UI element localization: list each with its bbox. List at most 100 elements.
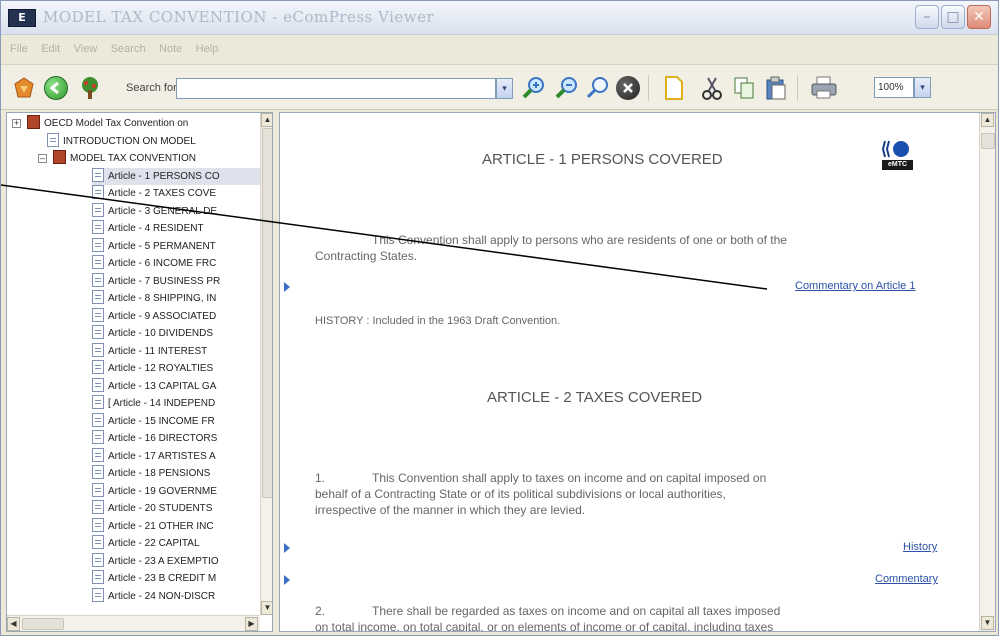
- search-input[interactable]: [176, 78, 496, 99]
- print-icon[interactable]: [809, 73, 839, 103]
- paragraph-1-line2: behalf of a Contracting State or of its …: [315, 487, 726, 501]
- tree-scroll-thumb[interactable]: [262, 128, 272, 498]
- back-icon[interactable]: [41, 73, 71, 103]
- paragraph-2-line1: There shall be regarded as taxes on inco…: [372, 604, 781, 618]
- tree-item[interactable]: Article - 23 A EXEMPTIO: [92, 552, 260, 570]
- tree-item[interactable]: Article - 22 CAPITAL: [92, 535, 260, 552]
- tree-item[interactable]: Article - 11 INTEREST: [92, 342, 260, 360]
- paragraph-2-line2: on total income, on total capital, or on…: [315, 620, 774, 632]
- tree-item-label: INTRODUCTION ON MODEL: [63, 135, 196, 147]
- tree-item-label: Article - 18 PENSIONS: [108, 468, 211, 479]
- tree-item[interactable]: Article - 4 RESIDENT: [92, 220, 260, 237]
- tree-item-label: Article - 23 A EXEMPTIO: [108, 555, 219, 567]
- paragraph-1-line3: irrespective of the manner in which they…: [315, 503, 586, 517]
- zoom-out-icon[interactable]: [552, 73, 582, 103]
- expand-marker-icon[interactable]: [284, 282, 290, 292]
- tree-item[interactable]: Article - 20 STUDENTS: [92, 500, 260, 517]
- toolbar-separator: [797, 75, 798, 101]
- tree-item[interactable]: Article - 18 PENSIONS: [92, 465, 260, 482]
- home-icon[interactable]: [9, 73, 39, 103]
- find-icon[interactable]: [583, 73, 613, 103]
- zoom-in-icon[interactable]: [519, 73, 549, 103]
- tree-item-label: Article - 24 NON-DISCR: [108, 590, 216, 602]
- application-window: E MODEL TAX CONVENTION - eComPress Viewe…: [0, 0, 999, 636]
- tree-item-label: OECD Model Tax Convention on: [44, 118, 189, 129]
- tree-item[interactable]: Article - 23 B CREDIT M: [92, 570, 260, 587]
- tree-item[interactable]: Article - 15 INCOME FR: [92, 412, 260, 430]
- paste-icon[interactable]: [761, 73, 791, 103]
- tree-item[interactable]: Article - 10 DIVIDENDS: [92, 325, 260, 342]
- tree-item[interactable]: Article - 7 BUSINESS PR: [92, 272, 260, 290]
- document-scroll-thumb[interactable]: [981, 133, 995, 149]
- tree-horizontal-scrollbar[interactable]: ◀ ▶: [7, 615, 260, 631]
- tree-expander-icon[interactable]: –: [38, 154, 47, 163]
- document-icon: [92, 395, 104, 410]
- menu-view[interactable]: View: [74, 43, 98, 55]
- tree-item[interactable]: Article - 19 GOVERNME: [92, 482, 260, 500]
- document-vertical-scrollbar[interactable]: ▲ ▼: [979, 113, 995, 631]
- new-document-icon[interactable]: [659, 73, 689, 103]
- document-icon: [47, 132, 59, 147]
- maximize-button[interactable]: □: [941, 5, 965, 29]
- menu-search[interactable]: Search: [111, 43, 146, 55]
- tree-item-label: Article - 5 PERMANENT: [108, 240, 216, 252]
- cut-icon[interactable]: [697, 73, 727, 103]
- tree-item[interactable]: Article - 2 TAXES COVE: [92, 185, 260, 202]
- tree-item[interactable]: Article - 1 PERSONS CO: [92, 167, 260, 185]
- tree-item[interactable]: Article - 3 GENERAL DE: [92, 202, 260, 220]
- copy-icon[interactable]: [729, 73, 759, 103]
- tree-item[interactable]: MODEL TAX CONVENTION: [53, 150, 260, 167]
- tree-scroll-right-button[interactable]: ▶: [245, 617, 258, 631]
- document-icon: [92, 482, 104, 497]
- expand-marker-icon[interactable]: [284, 575, 290, 585]
- document-icon: [92, 517, 104, 532]
- tree-scroll-left-button[interactable]: ◀: [7, 617, 20, 631]
- tree-item[interactable]: Article - 21 OTHER INC: [92, 517, 260, 535]
- tree-item-label: Article - 6 INCOME FRC: [108, 258, 217, 269]
- close-button[interactable]: ✕: [967, 5, 991, 29]
- stop-icon[interactable]: [613, 73, 643, 103]
- title-bar[interactable]: E MODEL TAX CONVENTION - eComPress Viewe…: [1, 1, 998, 35]
- tree-item-label: Article - 1 PERSONS CO: [108, 170, 220, 182]
- tree-item[interactable]: Article - 17 ARTISTES A: [92, 447, 260, 465]
- tree-vertical-scrollbar[interactable]: ▲ ▼: [260, 113, 272, 615]
- tree-icon[interactable]: [75, 73, 105, 103]
- document-icon: [92, 465, 104, 480]
- menu-edit[interactable]: Edit: [41, 43, 60, 55]
- menu-bar: File Edit View Search Note Help: [1, 35, 998, 65]
- expand-marker-icon[interactable]: [284, 543, 290, 553]
- tree-horizontal-thumb[interactable]: [22, 618, 64, 630]
- document-scroll-down-button[interactable]: ▼: [981, 616, 994, 630]
- menu-file[interactable]: File: [10, 43, 28, 55]
- tree-item[interactable]: Article - 8 SHIPPING, IN: [92, 290, 260, 307]
- tree-scroll-up-button[interactable]: ▲: [261, 113, 272, 127]
- document-icon: [92, 587, 104, 602]
- tree-item-label: Article - 16 DIRECTORS: [108, 433, 218, 444]
- tree-item[interactable]: Article - 6 INCOME FRC: [92, 255, 260, 272]
- document-icon: [92, 272, 104, 287]
- tree-item[interactable]: [ Article - 14 INDEPEND: [92, 395, 260, 412]
- tree-item[interactable]: Article - 24 NON-DISCR: [92, 587, 260, 605]
- minimize-button[interactable]: –: [915, 5, 939, 29]
- menu-help[interactable]: Help: [196, 43, 219, 55]
- tree-item[interactable]: Article - 5 PERMANENT: [92, 237, 260, 255]
- article-1-heading: ARTICLE - 1 PERSONS COVERED: [482, 151, 723, 168]
- commentary-article-1-link[interactable]: Commentary on Article 1: [795, 280, 915, 292]
- tree-scroll-down-button[interactable]: ▼: [261, 601, 272, 615]
- zoom-dropdown-button[interactable]: ▾: [914, 77, 931, 98]
- menu-note[interactable]: Note: [159, 43, 182, 55]
- tree-item-label: Article - 23 B CREDIT M: [108, 573, 217, 584]
- search-dropdown-button[interactable]: ▾: [496, 78, 513, 99]
- commentary-link[interactable]: Commentary: [875, 573, 938, 585]
- tree-item[interactable]: INTRODUCTION ON MODEL: [47, 132, 260, 150]
- tree-expander-icon[interactable]: +: [12, 119, 21, 128]
- tree-item[interactable]: Article - 9 ASSOCIATED: [92, 307, 260, 325]
- tree-item[interactable]: Article - 13 CAPITAL GA: [92, 377, 260, 395]
- zoom-select[interactable]: 100%: [874, 77, 914, 98]
- tree-item[interactable]: Article - 16 DIRECTORS: [92, 430, 260, 447]
- tree-item-label: MODEL TAX CONVENTION: [70, 153, 196, 164]
- tree-item[interactable]: OECD Model Tax Convention on: [27, 115, 260, 132]
- document-scroll-up-button[interactable]: ▲: [981, 113, 994, 127]
- tree-item[interactable]: Article - 12 ROYALTIES: [92, 360, 260, 377]
- history-link[interactable]: History: [903, 541, 937, 553]
